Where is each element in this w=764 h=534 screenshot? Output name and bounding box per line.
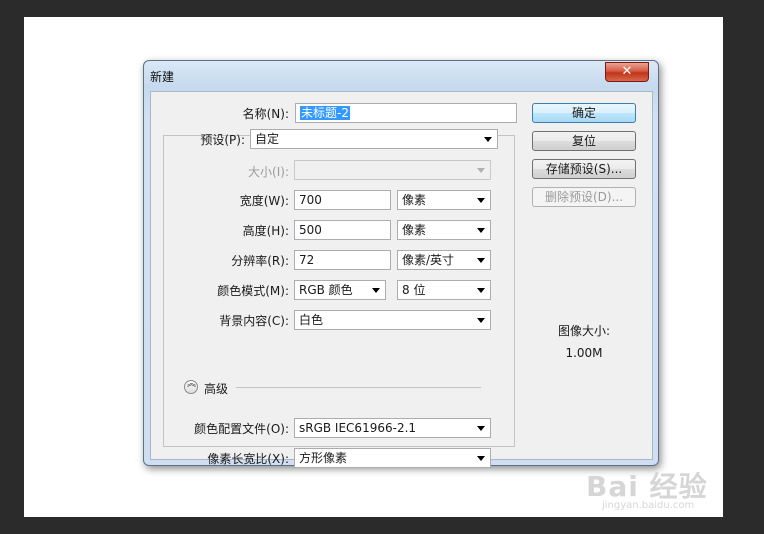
- chevron-down-icon: [477, 168, 485, 173]
- resolution-input[interactable]: 72: [294, 250, 391, 270]
- watermark-main: Bai 经验: [586, 470, 708, 503]
- chevron-down-icon: [477, 288, 485, 293]
- pixel-aspect-value: 方形像素: [299, 451, 348, 465]
- height-label: 高度(H):: [242, 224, 289, 238]
- height-unit-select[interactable]: 像素: [397, 220, 491, 240]
- advanced-label: 高级: [204, 382, 229, 396]
- name-label: 名称(N):: [242, 107, 289, 121]
- resolution-label: 分辨率(R):: [231, 254, 289, 268]
- image-size-label: 图像大小:: [557, 324, 611, 338]
- name-input[interactable]: 未标题-2: [295, 103, 517, 123]
- advanced-toggle-button[interactable]: ︽: [184, 380, 198, 394]
- delete-preset-button: 删除预设(D)...: [532, 187, 636, 207]
- save-preset-button[interactable]: 存储预设(S)...: [532, 159, 636, 179]
- reset-button[interactable]: 复位: [532, 131, 636, 151]
- chevron-down-icon: [477, 456, 485, 461]
- background-select[interactable]: 白色: [294, 310, 491, 330]
- color-profile-value: sRGB IEC61966-2.1: [299, 421, 417, 435]
- chevron-down-icon: [372, 288, 380, 293]
- chevron-up-icon: ︽: [187, 379, 197, 389]
- width-input[interactable]: 700: [294, 190, 391, 210]
- baidu-watermark: Bai 经验 jingyan.baidu.com: [586, 465, 708, 511]
- preset-label: 预设(P):: [200, 133, 245, 147]
- color-profile-label: 颜色配置文件(O):: [194, 422, 289, 436]
- dialog-client-area: 名称(N): 未标题-2 预设(P): 自定 大小(I): 宽度(W): 700…: [150, 91, 653, 468]
- color-profile-select[interactable]: sRGB IEC61966-2.1: [294, 418, 491, 438]
- chevron-down-icon: [484, 137, 492, 142]
- size-label: 大小(I):: [248, 165, 289, 179]
- close-icon: ✕: [621, 64, 633, 79]
- dialog-title: 新建: [150, 70, 175, 84]
- chevron-down-icon: [477, 318, 485, 323]
- preset-value: 自定: [255, 132, 280, 146]
- chevron-down-icon: [477, 258, 485, 263]
- chevron-down-icon: [477, 228, 485, 233]
- name-value: 未标题-2: [300, 106, 350, 120]
- color-mode-select[interactable]: RGB 颜色: [294, 280, 386, 300]
- preset-select[interactable]: 自定: [250, 129, 498, 149]
- size-select: [294, 160, 491, 180]
- background-label: 背景内容(C):: [219, 314, 289, 328]
- bit-depth-select[interactable]: 8 位: [397, 280, 491, 300]
- resolution-unit-select[interactable]: 像素/英寸: [397, 250, 491, 270]
- close-button[interactable]: ✕: [605, 62, 649, 82]
- pixel-aspect-select[interactable]: 方形像素: [294, 448, 491, 468]
- advanced-divider: [236, 387, 481, 388]
- background-value: 白色: [299, 313, 324, 327]
- width-label: 宽度(W):: [239, 194, 289, 208]
- chevron-down-icon: [477, 198, 485, 203]
- pixel-aspect-label: 像素长宽比(X):: [207, 452, 289, 466]
- watermark-sub: jingyan.baidu.com: [602, 500, 695, 511]
- chevron-down-icon: [477, 426, 485, 431]
- color-mode-label: 颜色模式(M):: [217, 284, 289, 298]
- height-input[interactable]: 500: [294, 220, 391, 240]
- image-size-value: 1.00M: [565, 346, 603, 360]
- width-unit-select[interactable]: 像素: [397, 190, 491, 210]
- ok-button[interactable]: 确定: [532, 103, 636, 123]
- new-document-dialog: 新建 ✕ 名称(N): 未标题-2 预设(P): 自定 大小(I): 宽度(W)…: [143, 60, 659, 468]
